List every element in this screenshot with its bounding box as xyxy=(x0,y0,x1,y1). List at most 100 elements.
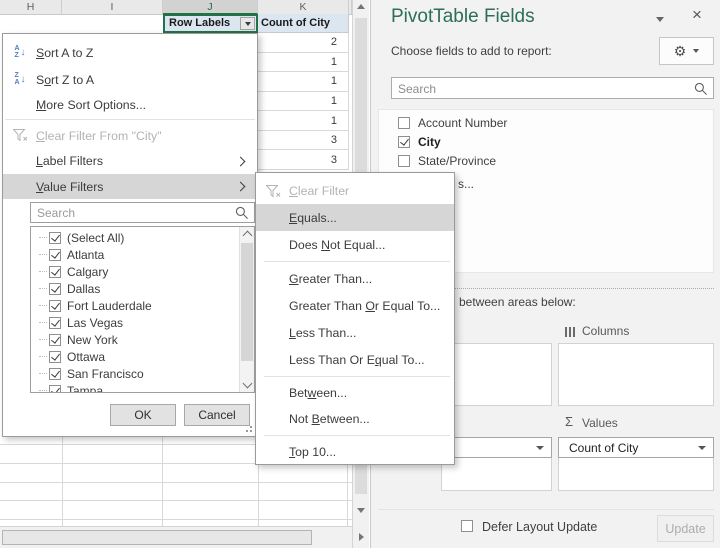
scroll-up-icon[interactable] xyxy=(357,4,365,9)
count-cell[interactable]: 3 xyxy=(258,131,348,151)
menu-item-label: Less Than Or Equal To... xyxy=(289,353,425,367)
column-header-h[interactable]: H xyxy=(0,0,62,14)
scroll-down-icon[interactable] xyxy=(243,379,253,389)
sort-az-icon: AZ↓ xyxy=(10,46,30,59)
count-cell[interactable]: 1 xyxy=(258,111,348,131)
menu-item-not-between[interactable]: Not Between... xyxy=(256,406,454,432)
filter-item-label: Dallas xyxy=(67,282,100,296)
count-cell[interactable]: 1 xyxy=(258,53,348,73)
menu-item-greater-than-or-equal-to[interactable]: Greater Than Or Equal To... xyxy=(256,292,454,319)
tree-line xyxy=(39,305,47,306)
row-labels-filter-button[interactable] xyxy=(240,17,255,30)
defer-layout-checkbox[interactable] xyxy=(461,520,473,532)
fields-search-input[interactable] xyxy=(396,79,690,99)
checkbox-checked[interactable] xyxy=(49,368,61,380)
horizontal-scroll-thumb[interactable] xyxy=(2,530,312,545)
checkbox-checked[interactable] xyxy=(49,249,61,261)
menu-item-sort-a-to-z[interactable]: AZ↓ Sort A to Z xyxy=(3,39,257,66)
list-scroll-thumb[interactable] xyxy=(241,243,253,361)
fields-search-box xyxy=(391,77,714,99)
filter-list-item-las-vegas[interactable]: Las Vegas xyxy=(31,314,254,331)
pill-dropdown-icon[interactable] xyxy=(698,446,706,450)
menu-item-label: Sort A to Z xyxy=(36,46,93,60)
ok-button[interactable]: OK xyxy=(110,404,176,426)
checkbox-checked[interactable] xyxy=(49,334,61,346)
resize-grip[interactable] xyxy=(244,424,252,432)
sigma-icon: Σ xyxy=(565,414,573,429)
tree-line xyxy=(39,322,47,323)
pill-dropdown-icon[interactable] xyxy=(536,446,544,450)
menu-item-equals[interactable]: Equals... xyxy=(256,204,454,231)
close-icon[interactable]: × xyxy=(692,5,702,25)
menu-item-more-sort-options[interactable]: More Sort Options... xyxy=(3,93,257,116)
menu-item-greater-than[interactable]: Greater Than... xyxy=(256,265,454,292)
filter-list-item-dallas[interactable]: Dallas xyxy=(31,280,254,297)
column-header-k[interactable]: K xyxy=(258,0,349,14)
menu-item-value-filters[interactable]: Value Filters xyxy=(3,174,257,199)
value-filters-submenu: Clear FilterEquals...Does Not Equal...Gr… xyxy=(255,172,455,465)
tree-line xyxy=(39,271,47,272)
values-area-field-pill[interactable]: Count of City xyxy=(558,437,714,458)
checkbox-checked[interactable] xyxy=(49,351,61,363)
filter-list-item-ottawa[interactable]: Ottawa xyxy=(31,348,254,365)
menu-separator xyxy=(264,376,450,377)
filter-list-item-atlanta[interactable]: Atlanta xyxy=(31,246,254,263)
count-cell[interactable]: 3 xyxy=(258,150,348,170)
count-header-cell[interactable]: Count of City xyxy=(258,14,349,33)
checkbox[interactable] xyxy=(398,117,410,129)
checkbox-checked[interactable] xyxy=(49,283,61,295)
field-item-account-number[interactable]: Account Number xyxy=(379,113,713,132)
checkbox[interactable] xyxy=(398,155,410,167)
checkbox-checked[interactable] xyxy=(398,136,410,148)
menu-item-does-not-equal[interactable]: Does Not Equal... xyxy=(256,231,454,258)
pane-options-arrow-icon[interactable] xyxy=(656,17,664,22)
checkbox-checked[interactable] xyxy=(49,300,61,312)
scroll-right-button[interactable] xyxy=(352,526,369,548)
checkbox-checked[interactable] xyxy=(49,232,61,244)
column-header-j[interactable]: J xyxy=(163,0,258,14)
menu-item-top-10[interactable]: Top 10... xyxy=(256,439,454,464)
menu-item-between[interactable]: Between... xyxy=(256,380,454,406)
filter-list-item-tampa[interactable]: Tampa xyxy=(31,382,254,393)
filter-clear-icon xyxy=(10,129,30,142)
excel-window: HIJK Row Labels Count of City 2111133 Pi… xyxy=(0,0,720,548)
scroll-up-icon[interactable] xyxy=(243,231,253,241)
filter-list-item-new-york[interactable]: New York xyxy=(31,331,254,348)
scroll-down-icon[interactable] xyxy=(357,508,365,513)
checkbox-checked[interactable] xyxy=(49,266,61,278)
scroll-right-icon xyxy=(359,533,364,541)
menu-item-less-than-or-equal-to[interactable]: Less Than Or Equal To... xyxy=(256,346,454,373)
tree-line xyxy=(39,373,47,374)
filter-list-item-fort-lauderdale[interactable]: Fort Lauderdale xyxy=(31,297,254,314)
grid-line xyxy=(0,500,352,501)
menu-item-less-than[interactable]: Less Than... xyxy=(256,319,454,346)
columns-area-box[interactable] xyxy=(558,343,714,406)
menu-item-sort-z-to-a[interactable]: ZA↓Sort Z to A xyxy=(3,66,257,93)
tools-button[interactable]: ⚙ xyxy=(659,37,714,65)
checkbox-checked[interactable] xyxy=(49,385,61,394)
filter-list-item-select-all[interactable]: (Select All) xyxy=(31,229,254,246)
tree-line xyxy=(39,339,47,340)
cancel-button[interactable]: Cancel xyxy=(184,404,250,426)
filter-search-input[interactable] xyxy=(35,204,229,222)
values-area-label: Values xyxy=(582,416,618,430)
horizontal-scrollbar[interactable] xyxy=(0,526,352,548)
menu-item-label-filters[interactable]: Label Filters xyxy=(3,148,257,174)
filter-list-item-calgary[interactable]: Calgary xyxy=(31,263,254,280)
count-cell[interactable]: 1 xyxy=(258,92,348,112)
filters-area-box[interactable] xyxy=(441,343,552,406)
menu-item-label: More Sort Options... xyxy=(36,98,146,112)
rows-area-field-pill[interactable] xyxy=(441,437,552,458)
row-labels-header-cell[interactable]: Row Labels xyxy=(163,14,258,33)
grid-line xyxy=(0,482,352,483)
count-cell[interactable]: 1 xyxy=(258,72,348,92)
field-item-city[interactable]: City xyxy=(379,132,713,151)
field-item-state-province[interactable]: State/Province xyxy=(379,151,713,170)
filter-item-label: Las Vegas xyxy=(67,316,123,330)
update-button: Update xyxy=(657,515,714,542)
list-scrollbar[interactable] xyxy=(239,227,254,392)
checkbox-checked[interactable] xyxy=(49,317,61,329)
count-cell[interactable]: 2 xyxy=(258,33,348,53)
filter-list-item-san-francisco[interactable]: San Francisco xyxy=(31,365,254,382)
column-header-i[interactable]: I xyxy=(62,0,163,14)
